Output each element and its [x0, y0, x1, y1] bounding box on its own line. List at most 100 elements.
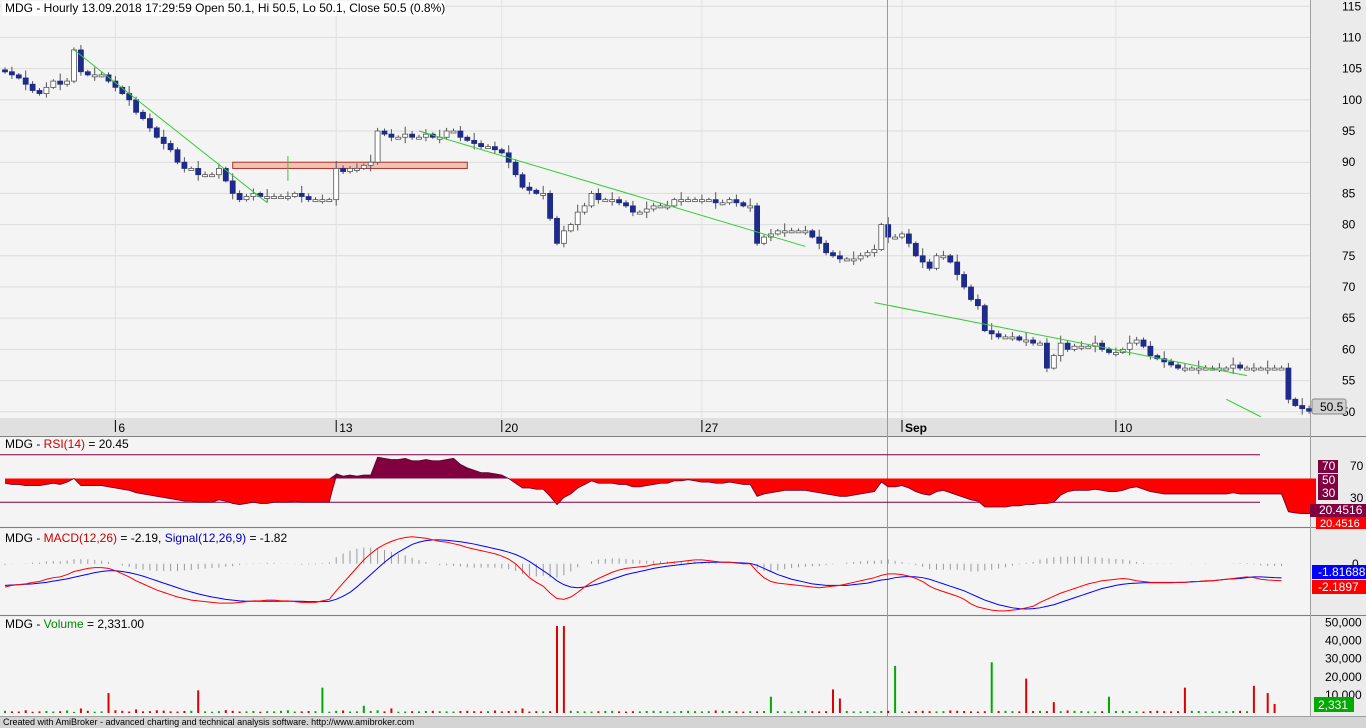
- volume-bar: [1073, 710, 1076, 713]
- volume-bar: [1197, 711, 1200, 713]
- candle-body: [609, 199, 616, 203]
- volume-bar: [383, 711, 386, 713]
- volume-bar: [1052, 702, 1055, 713]
- macd-title-macd: MACD(12,26): [44, 531, 117, 545]
- volume-bar: [1177, 711, 1179, 713]
- rsi-tick-label: 70: [1350, 459, 1364, 473]
- candle-body: [1237, 364, 1243, 369]
- volume-tick-label: 40,000: [1325, 634, 1362, 648]
- candle-body: [1064, 342, 1071, 350]
- volume-bar: [397, 711, 400, 713]
- volume-bar: [749, 711, 752, 713]
- volume-bar: [852, 711, 855, 713]
- volume-bar: [1135, 711, 1138, 713]
- candle-body: [947, 255, 954, 263]
- volume-bar: [542, 711, 545, 713]
- candle-body: [540, 193, 547, 196]
- candle-body: [1023, 339, 1030, 343]
- candle-body: [595, 193, 602, 201]
- candle-body: [36, 90, 43, 94]
- volume-bar: [735, 711, 738, 713]
- volume-bar: [335, 710, 338, 713]
- volume-bar: [625, 711, 627, 713]
- candle-body: [416, 136, 422, 140]
- volume-bar: [1045, 711, 1048, 713]
- volume-bar: [700, 711, 703, 713]
- candle-body: [457, 130, 464, 138]
- volume-bar: [1170, 711, 1173, 713]
- volume-bar: [1032, 711, 1035, 713]
- volume-bar: [217, 711, 220, 713]
- volume-bar: [611, 710, 614, 713]
- candle-body: [1257, 367, 1264, 371]
- chart-canvas[interactable]: 115 110 105 100 95 90 85 80 75 70 65 60 55 50 6 13 20 27…: [0, 0, 1366, 728]
- volume-bar: [31, 711, 34, 713]
- candle-body: [443, 130, 450, 138]
- volume-bar: [121, 710, 124, 713]
- volume-bar: [321, 687, 324, 713]
- candle-body: [554, 217, 560, 244]
- candle-body: [1251, 367, 1257, 371]
- volume-bar: [680, 711, 683, 713]
- volume-bar: [155, 710, 158, 713]
- candle-body: [1113, 352, 1119, 355]
- candle-body: [8, 71, 15, 76]
- candle-body: [933, 255, 940, 269]
- volume-bar: [804, 710, 807, 713]
- volume-bar: [1142, 711, 1145, 713]
- candle-body: [685, 199, 691, 203]
- volume-bar: [204, 711, 207, 713]
- volume-bar: [645, 711, 648, 713]
- volume-bar: [873, 711, 876, 713]
- volume-title-indicator: Volume: [44, 617, 84, 631]
- candle-body: [885, 224, 892, 238]
- volume-bar: [666, 711, 669, 713]
- candle-body: [581, 205, 588, 213]
- candle-body: [167, 143, 174, 151]
- candle-body: [402, 133, 409, 138]
- date-label: 6: [118, 421, 125, 435]
- candle-body: [857, 255, 864, 260]
- volume-bar: [1039, 710, 1041, 713]
- candle-body: [1030, 339, 1036, 344]
- volume-bar: [190, 710, 193, 713]
- candle-body: [781, 230, 788, 234]
- volume-bar: [528, 711, 531, 713]
- volume-bar: [114, 710, 117, 713]
- candle-body: [788, 230, 795, 234]
- volume-bar: [1004, 710, 1007, 713]
- candle-body: [1106, 348, 1112, 353]
- volume-bar: [990, 662, 993, 713]
- volume-bar: [487, 711, 489, 713]
- candle-body: [1278, 367, 1285, 371]
- candle-body: [271, 196, 278, 199]
- candle-body: [657, 205, 664, 209]
- price-tick-label: 95: [1342, 124, 1356, 138]
- rsi-title-indicator: RSI(14): [44, 437, 85, 451]
- volume-bar: [521, 708, 524, 713]
- volume-bar: [1273, 703, 1276, 713]
- volume-axis-labels: 50,00040,00030,00020,00010,000: [1325, 615, 1362, 701]
- volume-bar: [1011, 711, 1014, 713]
- macd-value-label: -2.1897: [1318, 580, 1359, 594]
- candle-body: [809, 230, 816, 238]
- price-title: MDG - Hourly 13.09.2018 17:29:59 Open 50…: [5, 1, 445, 15]
- volume-bar: [293, 711, 296, 713]
- volume-pane[interactable]: [0, 617, 1310, 716]
- rsi-title-name: MDG -: [5, 437, 44, 451]
- volume-bar: [1059, 711, 1062, 713]
- volume-bar: [1190, 710, 1193, 713]
- volume-bar: [694, 711, 696, 713]
- candle-body: [1230, 364, 1237, 369]
- candle-body: [29, 83, 36, 91]
- volume-bar: [1108, 696, 1110, 713]
- volume-bar: [107, 693, 110, 713]
- candle-body: [1147, 345, 1154, 357]
- price-tick-label: 105: [1342, 62, 1362, 76]
- candle-body: [1140, 339, 1147, 347]
- rsi-value-label-2: 20.4516: [1320, 518, 1360, 530]
- candle-body: [202, 174, 209, 178]
- candle-body: [774, 230, 781, 235]
- price-tick-label: 110: [1342, 30, 1361, 44]
- volume-bar: [673, 711, 676, 713]
